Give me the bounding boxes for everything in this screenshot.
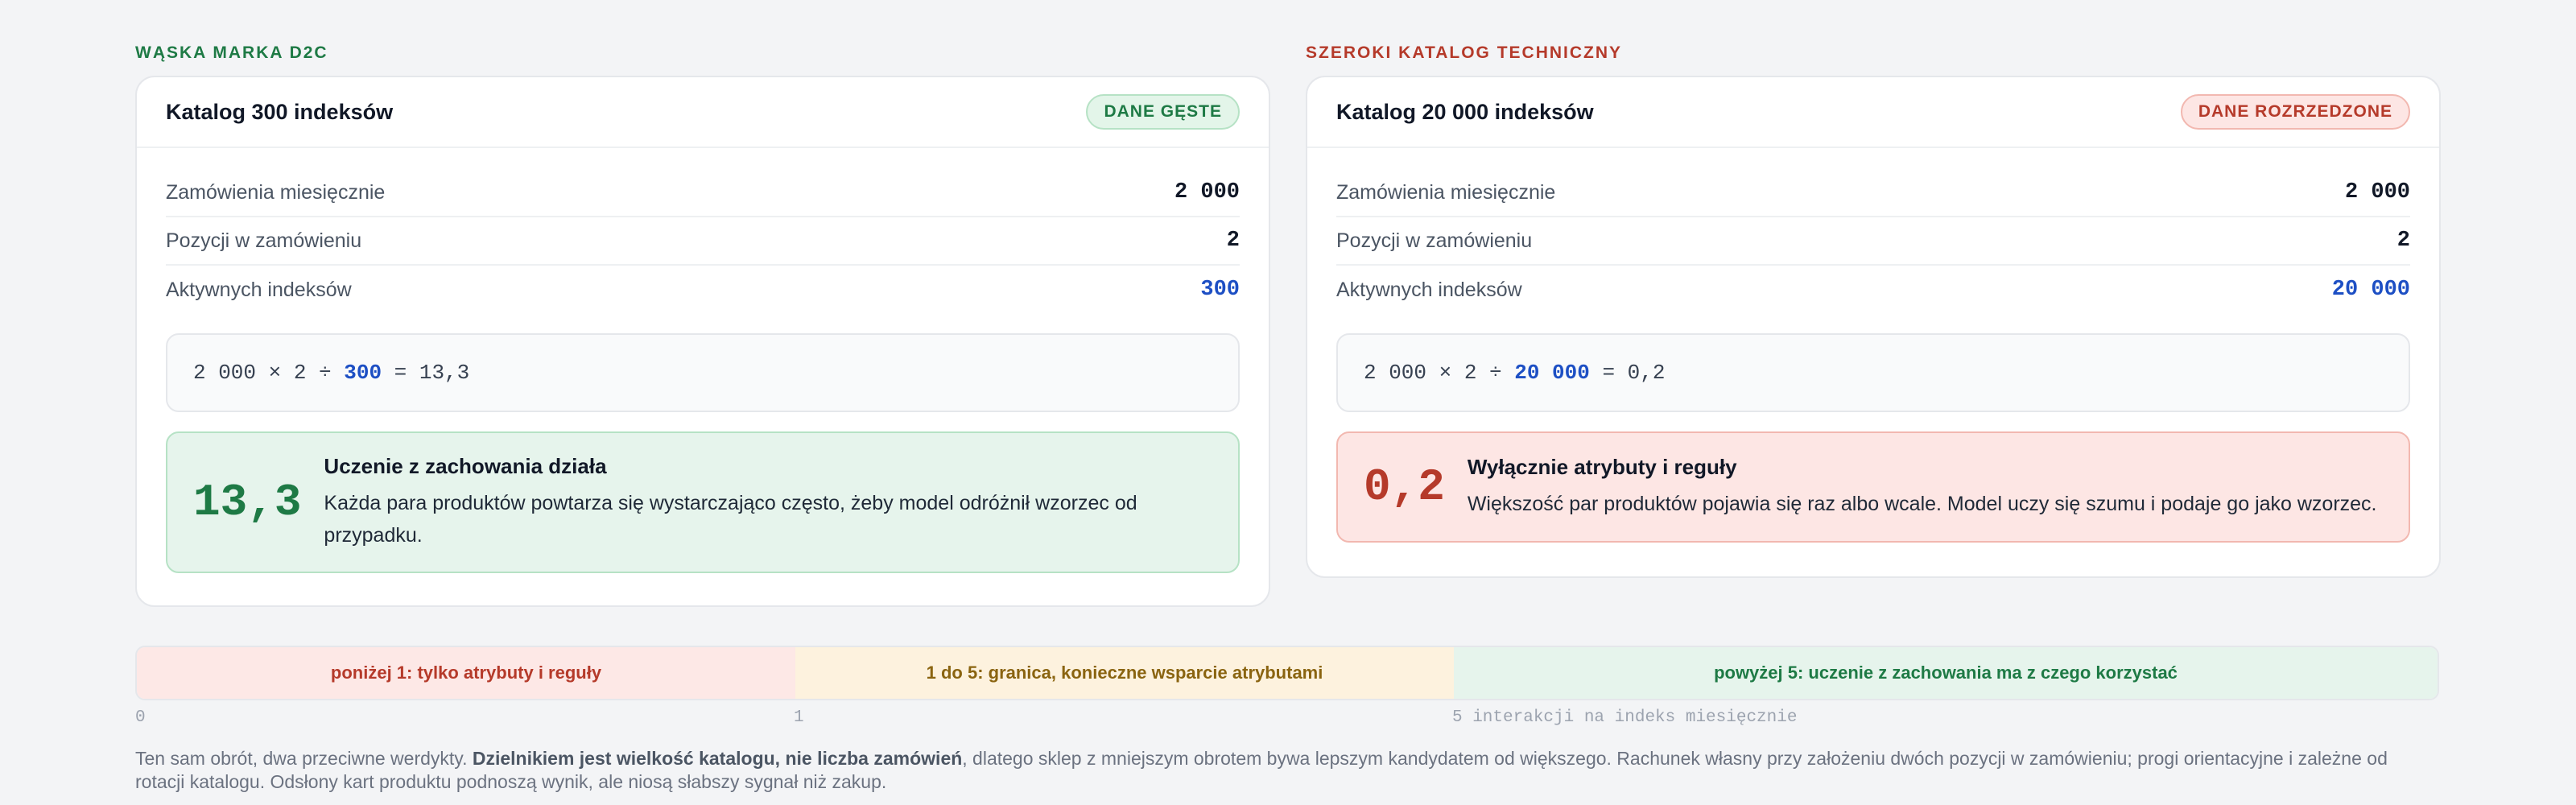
metric-row: Pozycji w zamówieniu 2 — [166, 217, 1240, 266]
left-card: Katalog 300 indeksów DANE GĘSTE Zamówien… — [135, 76, 1270, 607]
metric-value: 20 000 — [2331, 278, 2410, 302]
verdict-body: Uczenie z zachowania działa Każda para p… — [324, 454, 1212, 551]
right-metrics: Zamówienia miesięcznie 2 000 Pozycji w z… — [1307, 148, 2439, 314]
metric-label: Zamówienia miesięcznie — [166, 180, 386, 204]
formula-suffix: = 0,2 — [1589, 361, 1666, 385]
metric-value: 2 — [2396, 229, 2410, 253]
metric-label: Aktywnych indeksów — [166, 278, 352, 301]
right-card-header: Katalog 20 000 indeksów DANE ROZRZEDZONE — [1307, 77, 2439, 148]
verdict-title: Wyłącznie atrybuty i reguły — [1467, 454, 1737, 479]
formula-highlight: 20 000 — [1514, 361, 1590, 385]
metric-label: Zamówienia miesięcznie — [1336, 180, 1556, 204]
formula-prefix: 2 000 × 2 ÷ — [1364, 361, 1515, 385]
scale-segment-low: poniżej 1: tylko atrybuty i reguły — [137, 647, 795, 699]
verdict-text: Każda para produktów powtarza się wystar… — [324, 491, 1137, 547]
left-card-title: Katalog 300 indeksów — [166, 99, 394, 124]
verdict-number: 13,3 — [193, 477, 302, 528]
scale-tick-1: 1 — [794, 708, 804, 727]
right-status-badge: DANE ROZRZEDZONE — [2180, 94, 2410, 130]
scale-tick-0: 0 — [135, 708, 146, 727]
metric-value: 2 000 — [1174, 180, 1240, 204]
metric-row: Zamówienia miesięcznie 2 000 — [1336, 169, 2410, 217]
right-verdict: 0,2 Wyłącznie atrybuty i reguły Większoś… — [1336, 431, 2410, 543]
right-column: SZEROKI KATALOG TECHNICZNY Katalog 20 00… — [1306, 42, 2441, 578]
left-eyebrow: WĄSKA MARKA D2C — [135, 43, 328, 62]
metric-value: 2 — [1226, 229, 1240, 253]
right-formula: 2 000 × 2 ÷ 20 000 = 0,2 — [1336, 333, 2410, 412]
metric-label: Pozycji w zamówieniu — [1336, 229, 1533, 252]
metric-value: 300 — [1200, 278, 1240, 302]
verdict-text: Większość par produktów pojawia się raz … — [1467, 492, 2377, 515]
scale-segment-mid: 1 do 5: granica, konieczne wsparcie atry… — [795, 647, 1454, 699]
verdict-title: Uczenie z zachowania działa — [324, 453, 607, 478]
metric-row: Aktywnych indeksów 20 000 — [1336, 266, 2410, 314]
left-formula: 2 000 × 2 ÷ 300 = 13,3 — [166, 333, 1240, 412]
formula-prefix: 2 000 × 2 ÷ — [193, 361, 345, 385]
left-status-badge: DANE GĘSTE — [1086, 94, 1240, 130]
right-eyebrow: SZEROKI KATALOG TECHNICZNY — [1306, 43, 1623, 62]
formula-suffix: = 13,3 — [382, 361, 470, 385]
verdict-body: Wyłącznie atrybuty i reguły Większość pa… — [1468, 455, 2377, 520]
footnote: Ten sam obrót, dwa przeciwne werdykty. D… — [135, 747, 2439, 794]
left-card-header: Katalog 300 indeksów DANE GĘSTE — [137, 77, 1269, 148]
metric-value: 2 000 — [2344, 180, 2410, 204]
left-verdict: 13,3 Uczenie z zachowania działa Każda p… — [166, 431, 1240, 573]
left-column: WĄSKA MARKA D2C Katalog 300 indeksów DAN… — [135, 42, 1270, 607]
metric-label: Pozycji w zamówieniu — [166, 229, 362, 252]
metric-row: Aktywnych indeksów 300 — [166, 266, 1240, 314]
metric-row: Pozycji w zamówieniu 2 — [1336, 217, 2410, 266]
left-metrics: Zamówienia miesięcznie 2 000 Pozycji w z… — [137, 148, 1269, 314]
metric-label: Aktywnych indeksów — [1336, 278, 1522, 301]
footnote-emphasis: Dzielnikiem jest wielkość katalogu, nie … — [472, 748, 963, 769]
right-card: Katalog 20 000 indeksów DANE ROZRZEDZONE… — [1306, 76, 2441, 578]
metric-row: Zamówienia miesięcznie 2 000 — [166, 169, 1240, 217]
scale-ticks: 0 1 5 interakcji na indeks miesięcznie — [135, 708, 2439, 729]
scale-segment-high: powyżej 5: uczenie z zachowania ma z cze… — [1454, 647, 2438, 699]
right-card-title: Katalog 20 000 indeksów — [1336, 99, 1594, 124]
scale-tick-5: 5 interakcji na indeks miesięcznie — [1452, 708, 1798, 727]
verdict-number: 0,2 — [1364, 461, 1445, 513]
threshold-scale: poniżej 1: tylko atrybuty i reguły 1 do … — [135, 646, 2439, 700]
footnote-lead: Ten sam obrót, dwa przeciwne werdykty. — [135, 748, 473, 769]
formula-highlight: 300 — [344, 361, 382, 385]
